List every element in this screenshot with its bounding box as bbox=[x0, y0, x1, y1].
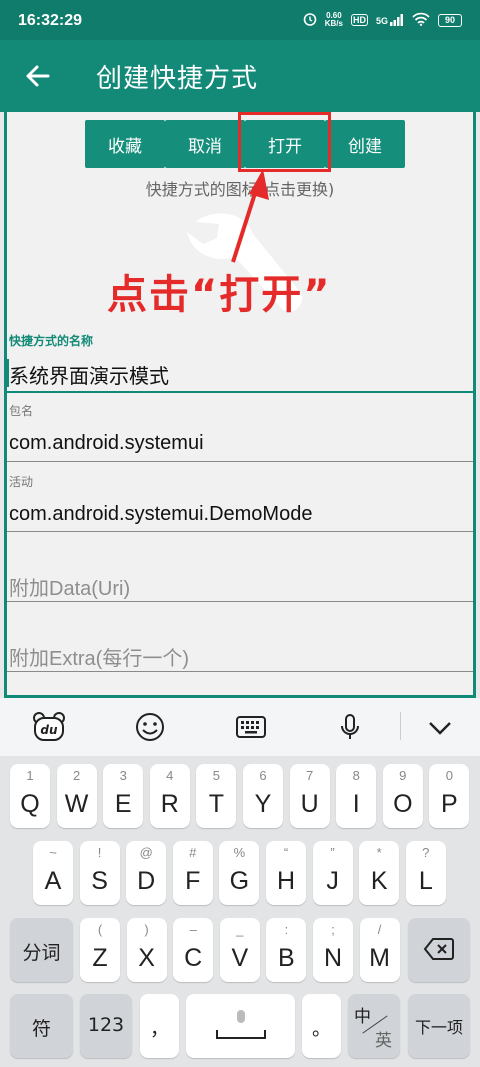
text-cursor bbox=[7, 359, 9, 387]
key-o[interactable]: 9O bbox=[382, 764, 423, 828]
language-switch-key[interactable]: 中 英 bbox=[348, 994, 400, 1058]
name-underline bbox=[7, 391, 473, 393]
extra-input[interactable]: 附加Extra(每行一个) bbox=[9, 642, 189, 671]
key-q[interactable]: 1Q bbox=[10, 764, 50, 828]
space-key[interactable] bbox=[186, 994, 295, 1058]
key-t[interactable]: 5T bbox=[196, 764, 237, 828]
period-key[interactable]: 。 bbox=[302, 994, 341, 1058]
hd-badge: HD bbox=[350, 14, 368, 26]
key-f[interactable]: # F bbox=[172, 841, 213, 905]
number-key[interactable]: 123 bbox=[80, 994, 132, 1058]
backspace-icon bbox=[423, 936, 455, 966]
key-g[interactable]: % G bbox=[219, 841, 260, 905]
keyboard: 1Q2W3E4R5T6Y7U8I9O0P ~ A! S @ D # F% G “H” J * K? L … bbox=[0, 756, 480, 1067]
create-button[interactable]: 创建 bbox=[325, 120, 405, 168]
data-underline bbox=[7, 601, 473, 602]
page-title: 创建快捷方式 bbox=[96, 64, 259, 94]
segment-key[interactable]: 分词 bbox=[10, 918, 73, 982]
key-z[interactable]: (Z bbox=[80, 918, 120, 982]
wifi-icon bbox=[412, 12, 430, 29]
key-p[interactable]: 0P bbox=[429, 764, 470, 828]
package-input[interactable]: com.android.systemui bbox=[9, 432, 204, 455]
key-k[interactable]: * K bbox=[359, 841, 400, 905]
key-a[interactable]: ~ A bbox=[33, 841, 73, 905]
key-n[interactable]: ; N bbox=[313, 918, 353, 982]
status-icons: 0.60 KB/s HD 5G 90 bbox=[303, 10, 462, 30]
key-j[interactable]: ” J bbox=[312, 841, 353, 905]
annotation-text: 点击“打开” bbox=[107, 272, 332, 318]
baidu-du-icon[interactable]: du bbox=[30, 708, 68, 746]
package-label: 包名 bbox=[9, 404, 34, 418]
activity-underline bbox=[7, 531, 473, 532]
activity-label: 活动 bbox=[9, 475, 34, 489]
key-w[interactable]: 2W bbox=[56, 764, 97, 828]
keyboard-toolbar: du bbox=[0, 698, 480, 756]
favorite-button[interactable]: 收藏 bbox=[85, 120, 165, 168]
next-key[interactable]: 下一项 bbox=[408, 994, 470, 1058]
key-m[interactable]: / M bbox=[359, 918, 400, 982]
key-r[interactable]: 4R bbox=[149, 764, 190, 828]
data-uri-input[interactable]: 附加Data(Uri) bbox=[9, 572, 130, 601]
back-arrow-icon[interactable] bbox=[22, 60, 54, 92]
package-underline bbox=[7, 461, 473, 462]
symbol-key[interactable]: 符 bbox=[10, 994, 73, 1058]
key-v[interactable]: _ V bbox=[219, 918, 260, 982]
key-s[interactable]: ! S bbox=[79, 841, 120, 905]
key-e[interactable]: 3E bbox=[103, 764, 144, 828]
signal-icon: 5G bbox=[376, 14, 404, 26]
collapse-keyboard-icon[interactable] bbox=[421, 708, 459, 746]
key-x[interactable]: ) X bbox=[126, 918, 167, 982]
svg-text:du: du bbox=[40, 723, 58, 737]
shortcut-form: 收藏 取消 打开 创建 快捷方式的图标(点击更换) 点击“打开” 快捷方式的名称… bbox=[4, 112, 476, 698]
key-l[interactable]: ? L bbox=[405, 841, 446, 905]
app-bar: 创建快捷方式 bbox=[0, 40, 480, 112]
space-mic-icon bbox=[213, 1008, 269, 1046]
toolbar-divider bbox=[400, 712, 401, 740]
microphone-icon[interactable] bbox=[331, 708, 369, 746]
highlight-box bbox=[238, 112, 331, 172]
key-c[interactable]: – C bbox=[173, 918, 214, 982]
backspace-key[interactable] bbox=[408, 918, 470, 982]
name-input[interactable]: 系统界面演示模式 bbox=[9, 360, 169, 389]
cancel-button[interactable]: 取消 bbox=[165, 120, 245, 168]
activity-input[interactable]: com.android.systemui.DemoMode bbox=[9, 503, 312, 526]
extra-underline bbox=[7, 671, 473, 672]
name-label: 快捷方式的名称 bbox=[9, 334, 94, 348]
status-time: 16:32:29 bbox=[18, 12, 83, 29]
keyboard-icon[interactable] bbox=[232, 708, 270, 746]
key-b[interactable]: :B bbox=[266, 918, 307, 982]
comma-key[interactable]: ， bbox=[140, 994, 179, 1058]
key-y[interactable]: 6Y bbox=[243, 764, 283, 828]
icon-hint[interactable]: 快捷方式的图标(点击更换) bbox=[7, 176, 473, 200]
status-bar: 16:32:29 0.60 KB/s HD 5G 90 bbox=[0, 0, 480, 40]
emoji-icon[interactable] bbox=[131, 708, 169, 746]
key-d[interactable]: @ D bbox=[126, 841, 167, 905]
key-h[interactable]: “H bbox=[266, 841, 306, 905]
network-speed: 0.60 KB/s bbox=[324, 11, 343, 28]
key-u[interactable]: 7U bbox=[289, 764, 330, 828]
battery-indicator: 90 bbox=[438, 13, 462, 27]
alarm-icon bbox=[303, 12, 317, 29]
key-i[interactable]: 8I bbox=[336, 764, 377, 828]
